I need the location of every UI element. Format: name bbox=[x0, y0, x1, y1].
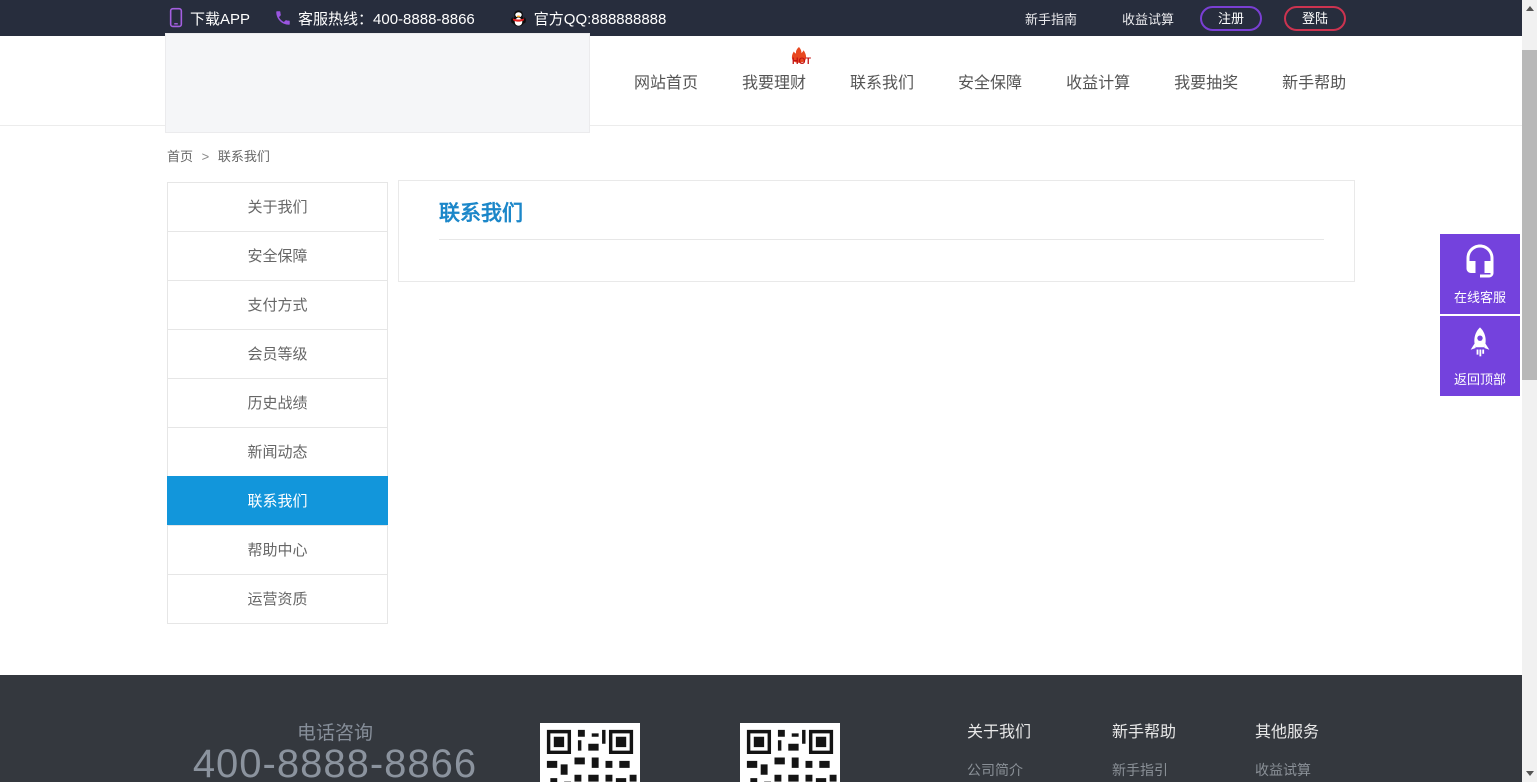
nav-item-home[interactable]: 网站首页 bbox=[634, 69, 698, 93]
sidebar-item-contact[interactable]: 联系我们 bbox=[167, 476, 388, 526]
breadcrumb: 首页 > 联系我们 bbox=[167, 146, 270, 165]
register-button[interactable]: 注册 bbox=[1200, 6, 1262, 31]
qr-code-image bbox=[540, 723, 640, 782]
sidebar-item-member-level[interactable]: 会员等级 bbox=[167, 329, 388, 379]
scrollbar-thumb[interactable] bbox=[1522, 50, 1537, 380]
qq-group: 官方QQ:888888888 bbox=[509, 8, 667, 29]
footer-link-newbie-guide[interactable]: 新手指引 bbox=[1112, 760, 1176, 780]
nav-item-security[interactable]: 安全保障 bbox=[958, 69, 1022, 93]
sidebar-item-about[interactable]: 关于我们 bbox=[167, 182, 388, 232]
sidebar-item-security[interactable]: 安全保障 bbox=[167, 231, 388, 281]
online-service-label: 在线客服 bbox=[1454, 287, 1506, 306]
topbar-link-guide[interactable]: 新手指南 bbox=[1025, 9, 1077, 28]
topbar-right: 新手指南 收益试算 注册 登陆 bbox=[1025, 0, 1346, 36]
footer-phone-label: 电话咨询 bbox=[200, 718, 470, 745]
breadcrumb-separator: > bbox=[202, 149, 210, 164]
floating-buttons: 在线客服 返回顶部 bbox=[1440, 234, 1520, 398]
back-to-top-label: 返回顶部 bbox=[1454, 369, 1506, 388]
content-panel: 联系我们 bbox=[398, 180, 1355, 282]
footer-heading-other: 其他服务 bbox=[1255, 718, 1319, 742]
qq-penguin-icon bbox=[509, 8, 528, 28]
online-service-button[interactable]: 在线客服 bbox=[1440, 234, 1520, 314]
nav-item-contact[interactable]: 联系我们 bbox=[850, 69, 914, 93]
hot-flame-icon: HOT bbox=[786, 47, 816, 69]
page-title: 联系我们 bbox=[439, 197, 1324, 240]
hot-badge-label: HOT bbox=[792, 56, 811, 66]
nav-item-help[interactable]: 新手帮助 bbox=[1282, 69, 1346, 93]
login-button[interactable]: 登陆 bbox=[1284, 6, 1346, 31]
footer-column-newbie: 新手帮助 新手指引 bbox=[1112, 718, 1176, 780]
sidebar-item-history[interactable]: 历史战绩 bbox=[167, 378, 388, 428]
sidebar-menu: 关于我们 安全保障 支付方式 会员等级 历史战绩 新闻动态 联系我们 帮助中心 … bbox=[167, 182, 388, 624]
topbar-left: 下载APP 客服热线：400-8888-8866 bbox=[168, 0, 666, 36]
rocket-icon bbox=[1463, 325, 1497, 361]
sidebar-item-qualification[interactable]: 运营资质 bbox=[167, 574, 388, 624]
footer-link-company-intro[interactable]: 公司简介 bbox=[967, 760, 1031, 780]
hotline-group: 客服热线：400-8888-8866 bbox=[274, 8, 475, 29]
download-app-label: 下载APP bbox=[190, 8, 250, 29]
headset-icon bbox=[1462, 243, 1498, 279]
scrollbar[interactable] bbox=[1522, 0, 1537, 782]
footer-column-about: 关于我们 公司简介 bbox=[967, 718, 1031, 780]
logo-placeholder[interactable] bbox=[165, 33, 590, 133]
main-nav: 网站首页 我要理财 HOT 联系我们 安全保障 收益计算 我要抽奖 新手帮助 bbox=[634, 36, 1346, 126]
footer-heading-about: 关于我们 bbox=[967, 718, 1031, 742]
back-to-top-button[interactable]: 返回顶部 bbox=[1440, 316, 1520, 396]
scroll-down-icon[interactable] bbox=[1522, 765, 1537, 782]
breadcrumb-home[interactable]: 首页 bbox=[167, 149, 193, 164]
page: 下载APP 客服热线：400-8888-8866 bbox=[0, 0, 1537, 782]
footer-column-other: 其他服务 收益试算 bbox=[1255, 718, 1319, 780]
sidebar-item-news[interactable]: 新闻动态 bbox=[167, 427, 388, 477]
nav-item-invest[interactable]: 我要理财 HOT bbox=[742, 69, 806, 93]
footer: 电话咨询 400-8888-8866 bbox=[0, 675, 1522, 782]
topbar: 下载APP 客服热线：400-8888-8866 bbox=[0, 0, 1522, 36]
sidebar-item-help-center[interactable]: 帮助中心 bbox=[167, 525, 388, 575]
phone-handset-icon bbox=[274, 9, 292, 27]
topbar-link-calc[interactable]: 收益试算 bbox=[1122, 9, 1174, 28]
nav-item-invest-label: 我要理财 bbox=[742, 75, 806, 92]
download-app-link[interactable]: 下载APP bbox=[168, 7, 250, 29]
footer-heading-newbie: 新手帮助 bbox=[1112, 718, 1176, 742]
mobile-phone-icon bbox=[168, 7, 184, 29]
footer-phone-number: 400-8888-8866 bbox=[140, 742, 530, 782]
nav-item-earnings[interactable]: 收益计算 bbox=[1066, 69, 1130, 93]
hotline-label: 客服热线：400-8888-8866 bbox=[298, 8, 475, 29]
breadcrumb-current: 联系我们 bbox=[218, 149, 270, 164]
scroll-up-icon[interactable] bbox=[1522, 0, 1537, 17]
qq-label: 官方QQ:888888888 bbox=[534, 8, 667, 29]
sidebar-item-payment[interactable]: 支付方式 bbox=[167, 280, 388, 330]
nav-item-lottery[interactable]: 我要抽奖 bbox=[1174, 69, 1238, 93]
footer-link-earnings-calc[interactable]: 收益试算 bbox=[1255, 760, 1319, 780]
qr-code-image bbox=[740, 723, 840, 782]
